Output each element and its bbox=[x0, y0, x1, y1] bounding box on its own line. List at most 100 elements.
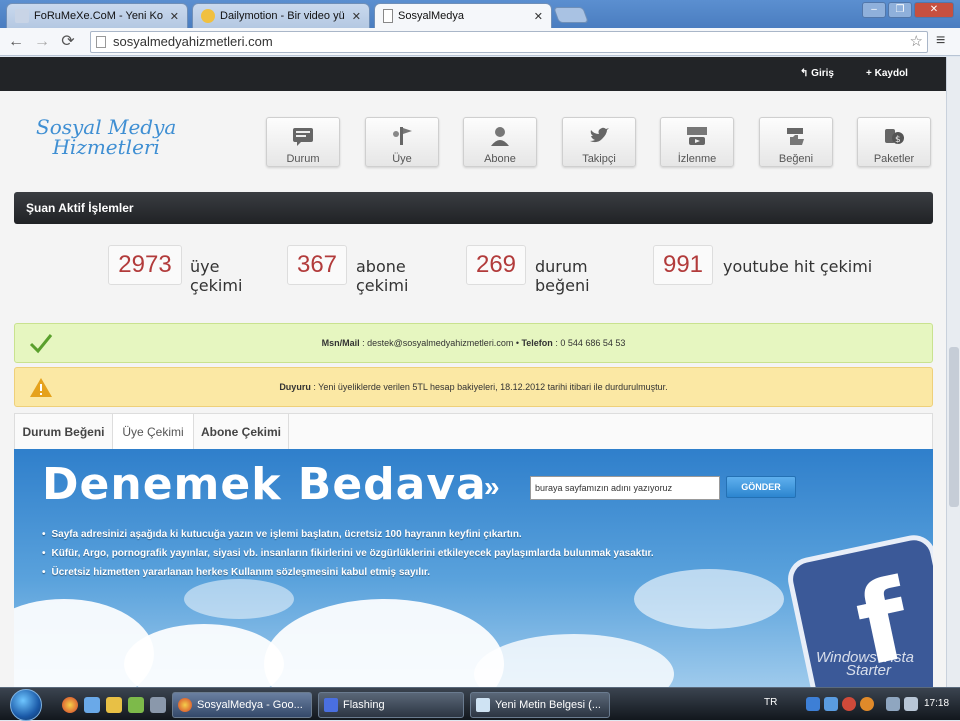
stat-label-line1: youtube hit çekimi bbox=[723, 257, 873, 276]
nav-label: Paketler bbox=[873, 153, 915, 165]
browser-tab-label: Dailymotion - Bir video yü bbox=[220, 10, 345, 22]
stat-label-line2: çekimi bbox=[356, 276, 409, 295]
nav-label: Durum bbox=[286, 153, 320, 165]
nav-label: Takipçi bbox=[582, 153, 616, 165]
nav-durum[interactable]: Durum bbox=[266, 117, 340, 167]
page-icon bbox=[96, 36, 106, 48]
start-button[interactable] bbox=[10, 689, 42, 721]
browser-tab-sosyalmedya[interactable]: SosyalMedya ✕ bbox=[374, 3, 552, 28]
network-tray-icon[interactable] bbox=[806, 697, 820, 711]
page-name-input[interactable] bbox=[530, 476, 720, 500]
nav-begeni[interactable]: Beğeni bbox=[759, 117, 833, 167]
nav-label: Beğeni bbox=[778, 153, 814, 165]
stat-label-line2: çekimi bbox=[190, 276, 243, 295]
dailymotion-favicon-icon bbox=[201, 9, 215, 23]
maximize-icon[interactable]: ❐ bbox=[888, 2, 912, 18]
contact-label-mail: Msn/Mail bbox=[321, 338, 360, 348]
nav-label: Üye bbox=[392, 153, 412, 165]
send-button[interactable]: GÖNDER bbox=[726, 476, 796, 498]
free-trial-banner: Denemek Bedava » GÖNDER Sayfa adresinizi… bbox=[14, 449, 933, 687]
address-bar[interactable]: sosyalmedyahizmetleri.com ☆ bbox=[90, 31, 928, 53]
reload-icon[interactable]: ⟳ bbox=[58, 32, 78, 52]
volume-tray-icon[interactable] bbox=[904, 697, 918, 711]
browser-tab-forum[interactable]: FoRuMeXe.CoM - Yeni Ko ✕ bbox=[6, 3, 188, 28]
stat-value: 367 bbox=[287, 245, 347, 285]
url-text: sosyalmedyahizmetleri.com bbox=[113, 34, 273, 49]
tab-uye-cekimi[interactable]: Üye Çekimi bbox=[113, 414, 194, 450]
login-link[interactable]: ↰ Giriş bbox=[800, 68, 834, 79]
language-indicator[interactable]: TR bbox=[764, 697, 777, 708]
menu-icon[interactable]: ≡ bbox=[936, 32, 945, 50]
forward-arrow-icon[interactable]: → bbox=[32, 32, 52, 52]
close-icon[interactable]: ✕ bbox=[528, 10, 543, 23]
nav-abone[interactable]: Abone bbox=[463, 117, 537, 167]
more-quicklaunch-icon[interactable] bbox=[150, 697, 166, 713]
taskbar-button-label: Yeni Metin Belgesi (... bbox=[495, 699, 601, 711]
bluetooth-tray-icon[interactable] bbox=[824, 697, 838, 711]
stat-label-line1: abone bbox=[356, 257, 406, 276]
browser-tab-label: SosyalMedya bbox=[398, 10, 465, 22]
nav-izlenme[interactable]: İzlenme bbox=[660, 117, 734, 167]
close-icon[interactable]: ✕ bbox=[164, 10, 179, 23]
register-link[interactable]: + Kaydol bbox=[866, 68, 908, 79]
contact-phone-text: : 0 544 686 54 53 bbox=[552, 338, 626, 348]
active-operations-header: Şuan Aktif İşlemler bbox=[14, 192, 933, 224]
browser-tab-strip: FoRuMeXe.CoM - Yeni Ko ✕ Dailymotion - B… bbox=[0, 0, 960, 28]
stat-label-line2: beğeni bbox=[535, 276, 590, 295]
media-quicklaunch-icon[interactable] bbox=[106, 697, 122, 713]
stat-label: üye çekimi bbox=[190, 257, 242, 295]
packages-icon: $ bbox=[885, 129, 904, 145]
window-controls: – ❐ ✕ bbox=[862, 2, 954, 18]
page-scrollbar[interactable] bbox=[946, 57, 960, 687]
security-tray-icon[interactable] bbox=[842, 697, 856, 711]
list-item: Ücretsiz hizmetten yararlanan herkes Kul… bbox=[42, 563, 654, 582]
login-label: Giriş bbox=[811, 68, 834, 79]
chrome-icon bbox=[178, 698, 192, 712]
page-favicon-icon bbox=[383, 9, 393, 23]
back-arrow-icon[interactable]: ← bbox=[6, 32, 26, 52]
hero-title: Denemek Bedava bbox=[42, 459, 487, 510]
website: ↰ Giriş + Kaydol Sosyal Medya Hizmetleri… bbox=[0, 57, 946, 687]
youtube-icon bbox=[687, 127, 707, 145]
minimize-icon[interactable]: – bbox=[862, 2, 886, 18]
contact-label-phone: Telefon bbox=[521, 338, 553, 348]
list-item: Küfür, Argo, pornografik yayınlar, siyas… bbox=[42, 544, 654, 563]
like-icon bbox=[787, 128, 804, 145]
stat-label: durum beğeni bbox=[535, 257, 590, 295]
taskbar-clock[interactable]: 17:18 bbox=[924, 698, 949, 709]
warning-icon bbox=[30, 378, 52, 397]
stat-label-line1: durum bbox=[535, 257, 588, 276]
stat-value: 2973 bbox=[108, 245, 182, 285]
chrome-quicklaunch-icon[interactable] bbox=[62, 697, 78, 713]
desktop-quicklaunch-icon[interactable] bbox=[84, 697, 100, 713]
tab-abone-cekimi[interactable]: Abone Çekimi bbox=[194, 414, 289, 450]
announcement-label: Duyuru bbox=[279, 382, 311, 392]
connection-tray-icon[interactable] bbox=[886, 697, 900, 711]
tab-durum-begeni[interactable]: Durum Beğeni bbox=[15, 414, 113, 450]
browser-tab-label: FoRuMeXe.CoM - Yeni Ko bbox=[34, 10, 164, 22]
nav-takipci[interactable]: Takipçi bbox=[562, 117, 636, 167]
stat-value: 269 bbox=[466, 245, 526, 285]
bookmark-star-icon[interactable]: ☆ bbox=[910, 32, 923, 52]
hero-arrow: » bbox=[484, 471, 500, 502]
stat-label: abone çekimi bbox=[356, 257, 408, 295]
stat-label: youtube hit çekimi bbox=[723, 257, 872, 276]
taskbar-button-chrome[interactable]: SosyalMedya - Goo... bbox=[172, 692, 312, 718]
site-logo[interactable]: Sosyal Medya Hizmetleri bbox=[36, 117, 176, 157]
browser-tab-dailymotion[interactable]: Dailymotion - Bir video yü ✕ bbox=[192, 3, 370, 28]
taskbar-button-flashing[interactable]: Flashing bbox=[318, 692, 464, 718]
update-tray-icon[interactable] bbox=[860, 697, 874, 711]
nav-uye[interactable]: Üye bbox=[365, 117, 439, 167]
nav-paketler[interactable]: $ Paketler bbox=[857, 117, 931, 167]
member-icon bbox=[393, 127, 412, 145]
browser-toolbar: ← → ⟳ sosyalmedyahizmetleri.com ☆ bbox=[0, 28, 960, 56]
taskbar-button-notepad[interactable]: Yeni Metin Belgesi (... bbox=[470, 692, 610, 718]
list-item: Sayfa adresinizi aşağıda ki kutucuğa yaz… bbox=[42, 525, 654, 544]
app-quicklaunch-icon[interactable] bbox=[128, 697, 144, 713]
notepad-icon bbox=[476, 698, 490, 712]
new-tab-button[interactable] bbox=[553, 7, 589, 23]
scrollbar-thumb[interactable] bbox=[949, 347, 959, 507]
close-icon[interactable]: ✕ bbox=[346, 10, 361, 23]
contact-info-bar: Msn/Mail : destek@sosyalmedyahizmetleri.… bbox=[14, 323, 933, 363]
close-window-icon[interactable]: ✕ bbox=[914, 2, 954, 18]
